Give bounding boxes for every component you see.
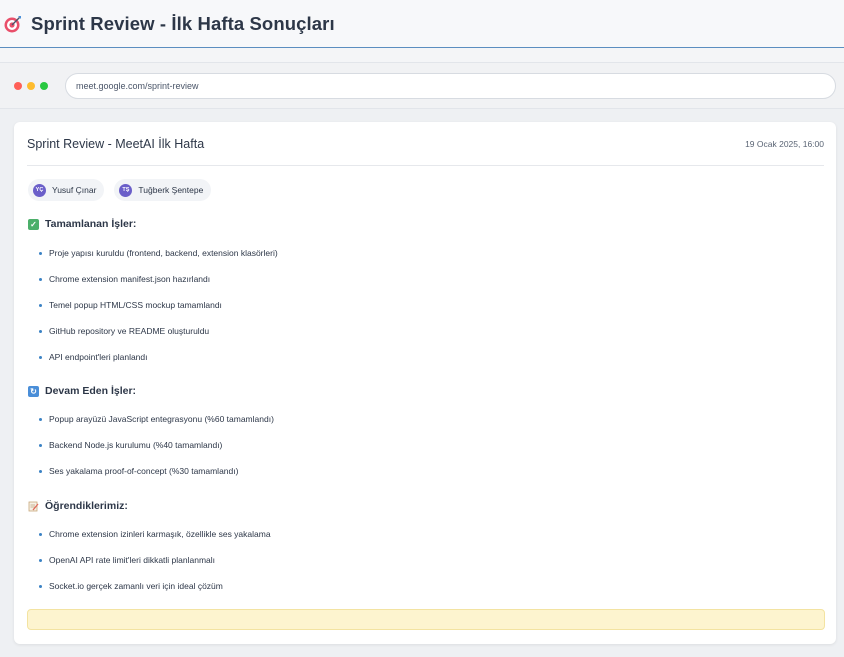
browser-window: meet.google.com/sprint-review Sprint Rev…: [0, 62, 844, 657]
section-label: Tamamlanan İşler:: [45, 218, 137, 230]
section-in-progress-title: ↻ Devam Eden İşler:: [28, 385, 136, 397]
list-item: Chrome extension izinleri karmaşık, özel…: [39, 529, 271, 539]
list-item: Ses yakalama proof-of-concept (%30 tamam…: [39, 466, 238, 476]
list-item-text: Popup arayüzü JavaScript entegrasyonu (%…: [49, 414, 274, 424]
address-bar[interactable]: meet.google.com/sprint-review: [65, 72, 836, 99]
list-item-text: OpenAI API rate limit'leri dikkatli plan…: [49, 555, 216, 565]
participant-chip[interactable]: YÇ Yusuf Çınar: [28, 179, 105, 201]
list-item-text: Chrome extension izinleri karmaşık, özel…: [49, 529, 271, 539]
list-item-text: Ses yakalama proof-of-concept (%30 tamam…: [49, 466, 239, 476]
bullet-icon: [39, 277, 42, 281]
bullet-icon: [39, 558, 42, 562]
meeting-title: Sprint Review - MeetAI İlk Hafta: [27, 136, 205, 151]
bullet-icon: [39, 443, 42, 447]
meeting-date: 19 Ocak 2025, 16:00: [745, 138, 824, 149]
list-item-text: Proje yapısı kuruldu (frontend, backend,…: [49, 248, 278, 258]
page-header: Sprint Review - İlk Hafta Sonuçları: [0, 0, 844, 48]
close-window-dot[interactable]: [14, 81, 22, 90]
memo-icon: [28, 501, 39, 512]
list-item-text: Temel popup HTML/CSS mockup tamamlandı: [49, 300, 222, 310]
avatar: TŞ: [119, 183, 133, 197]
list-item: API endpoint'leri planlandı: [39, 352, 148, 362]
list-item-text: Backend Node.js kurulumu (%40 tamamlandı…: [49, 440, 223, 450]
list-item: OpenAI API rate limit'leri dikkatli plan…: [39, 555, 215, 565]
section-label: Öğrendiklerimiz:: [45, 500, 128, 512]
browser-toolbar: meet.google.com/sprint-review: [0, 63, 844, 109]
minimize-window-dot[interactable]: [27, 81, 35, 90]
participant-chip[interactable]: TŞ Tuğberk Şentepe: [114, 179, 212, 201]
list-item: Temel popup HTML/CSS mockup tamamlandı: [39, 300, 222, 310]
participant-name: Yusuf Çınar: [52, 185, 97, 195]
list-item: Popup arayüzü JavaScript entegrasyonu (%…: [39, 414, 274, 424]
list-item: Backend Node.js kurulumu (%40 tamamlandı…: [39, 440, 222, 450]
list-item: Proje yapısı kuruldu (frontend, backend,…: [39, 248, 278, 258]
target-icon: [3, 14, 23, 34]
participants-list: YÇ Yusuf Çınar TŞ Tuğberk Şentepe: [28, 179, 212, 201]
list-item-text: GitHub repository ve README oluşturuldu: [49, 326, 210, 336]
bullet-icon: [39, 355, 42, 359]
list-item: GitHub repository ve README oluşturuldu: [39, 326, 209, 336]
list-item-text: Chrome extension manifest.json hazırland…: [49, 274, 211, 284]
note-box: [27, 609, 825, 630]
meeting-header: Sprint Review - MeetAI İlk Hafta 19 Ocak…: [27, 122, 824, 166]
check-box-icon: ✓: [28, 218, 39, 230]
avatar: YÇ: [33, 183, 46, 197]
bullet-icon: [39, 417, 42, 421]
participant-name: Tuğberk Şentepe: [138, 185, 204, 195]
list-item: Chrome extension manifest.json hazırland…: [39, 274, 210, 284]
section-completed-title: ✓ Tamamlanan İşler:: [28, 218, 136, 230]
bullet-icon: [39, 532, 42, 536]
section-learned-title: Öğrendiklerimiz:: [28, 500, 128, 512]
bullet-icon: [39, 251, 42, 255]
bullet-icon: [39, 303, 42, 307]
list-item-text: Socket.io gerçek zamanlı veri için ideal…: [49, 581, 223, 591]
window-controls: [14, 81, 48, 90]
bullet-icon: [39, 584, 42, 588]
meeting-card: Sprint Review - MeetAI İlk Hafta 19 Ocak…: [14, 122, 836, 644]
list-item: Socket.io gerçek zamanlı veri için ideal…: [39, 581, 223, 591]
bullet-icon: [39, 469, 42, 473]
page-title: Sprint Review - İlk Hafta Sonuçları: [31, 12, 335, 34]
list-item-text: API endpoint'leri planlandı: [49, 352, 148, 362]
maximize-window-dot[interactable]: [40, 81, 48, 90]
refresh-icon: ↻: [28, 385, 39, 397]
bullet-icon: [39, 329, 42, 333]
section-label: Devam Eden İşler:: [45, 385, 137, 397]
